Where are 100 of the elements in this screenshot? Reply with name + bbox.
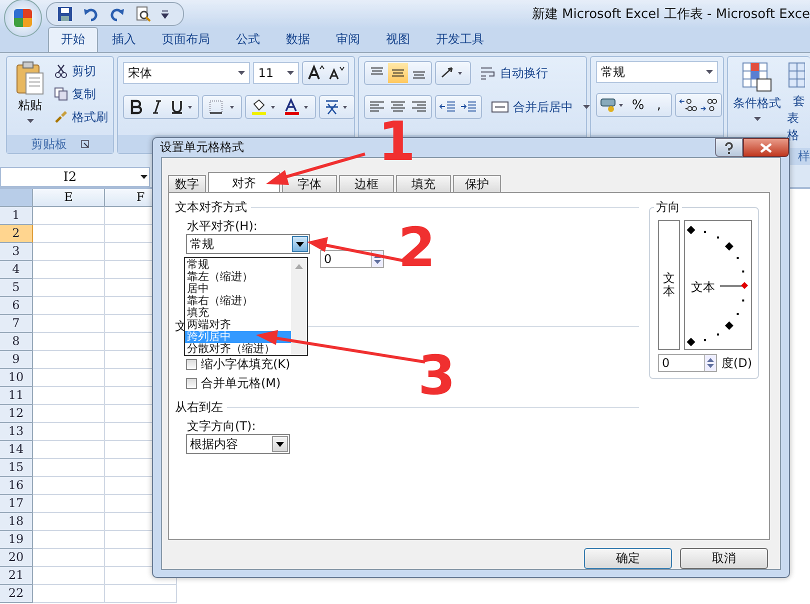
clipboard-button[interactable]: 复制	[54, 84, 108, 104]
comma-button[interactable]: ,	[649, 95, 669, 115]
redo-icon[interactable]	[109, 6, 125, 22]
table-cell[interactable]	[33, 459, 105, 477]
dialog-tab[interactable]: 对齐	[208, 172, 280, 192]
ribbon-tab[interactable]: 公式	[224, 28, 272, 52]
undo-icon[interactable]	[83, 6, 99, 22]
row-header[interactable]: 6	[0, 297, 33, 315]
decrease-decimal-icon[interactable]	[699, 96, 719, 114]
row-header[interactable]: 21	[0, 567, 33, 585]
merge-center-button[interactable]: 合并后居中	[491, 97, 590, 117]
row-header[interactable]: 4	[0, 261, 33, 279]
table-cell[interactable]	[33, 279, 105, 297]
font-size-field[interactable]: 11	[253, 62, 299, 84]
checkbox[interactable]	[186, 378, 197, 388]
column-header[interactable]: E	[33, 189, 105, 207]
dropdown-option[interactable]: 居中	[185, 283, 291, 295]
ribbon-tab[interactable]: 开始	[48, 27, 98, 52]
wrap-text-button[interactable]: 自动换行	[480, 63, 548, 83]
dropdown-option[interactable]: 填充	[185, 307, 291, 319]
dialog-tab[interactable]: 边框	[339, 175, 394, 192]
row-header[interactable]: 10	[0, 369, 33, 387]
ok-button[interactable]: 确定	[584, 548, 672, 569]
indent-spinner[interactable]: 0	[320, 250, 384, 268]
ribbon-tab[interactable]: 数据	[274, 28, 322, 52]
row-header[interactable]: 12	[0, 405, 33, 423]
font-name-field[interactable]: 宋体	[123, 62, 250, 84]
row-header[interactable]: 7	[0, 315, 33, 333]
row-header[interactable]: 19	[0, 531, 33, 549]
table-cell[interactable]	[33, 351, 105, 369]
row-header[interactable]: 15	[0, 459, 33, 477]
increase-decimal-icon[interactable]	[678, 96, 698, 114]
ribbon-tab[interactable]: 开发工具	[424, 28, 496, 52]
table-cell[interactable]	[33, 243, 105, 261]
clipboard-button[interactable]: 格式刷	[54, 107, 108, 127]
table-cell[interactable]	[33, 495, 105, 513]
ribbon-tab[interactable]: 页面布局	[150, 28, 222, 52]
ribbon-tab[interactable]: 插入	[100, 28, 148, 52]
table-cell[interactable]	[33, 423, 105, 441]
table-cell[interactable]	[33, 549, 105, 567]
table-cell[interactable]	[33, 567, 105, 585]
table-cell[interactable]	[105, 585, 177, 603]
row-header[interactable]: 14	[0, 441, 33, 459]
table-cell[interactable]	[33, 333, 105, 351]
dialog-tab[interactable]: 字体	[282, 175, 337, 192]
row-header[interactable]: 17	[0, 495, 33, 513]
ribbon-tab[interactable]: 审阅	[324, 28, 372, 52]
clipboard-button[interactable]: 剪切	[54, 61, 108, 81]
row-header[interactable]: 16	[0, 477, 33, 495]
dialog-tab[interactable]: 数字	[168, 175, 206, 192]
table-cell[interactable]	[33, 441, 105, 459]
dialog-tab[interactable]: 填充	[396, 175, 451, 192]
table-cell[interactable]	[33, 477, 105, 495]
dropdown-option[interactable]: 靠右（缩进）	[185, 295, 291, 307]
office-button[interactable]	[4, 0, 42, 37]
dropdown-option[interactable]: 靠左（缩进）	[185, 271, 291, 283]
row-header[interactable]: 2	[0, 225, 33, 243]
ribbon-tab[interactable]: 视图	[374, 28, 422, 52]
dropdown-button[interactable]	[292, 236, 308, 252]
text-direction-select[interactable]: 根据内容	[186, 434, 290, 454]
dialog-tab[interactable]: 保护	[453, 175, 501, 192]
row-header[interactable]: 8	[0, 333, 33, 351]
print-preview-icon[interactable]	[135, 6, 151, 22]
table-cell[interactable]	[33, 513, 105, 531]
dialog-launcher-icon[interactable]	[81, 140, 89, 148]
horizontal-align-select[interactable]: 常规	[186, 234, 310, 254]
table-cell[interactable]	[33, 207, 105, 225]
number-format-field[interactable]: 常规	[596, 61, 718, 83]
save-icon[interactable]	[57, 6, 73, 22]
row-header[interactable]: 5	[0, 279, 33, 297]
dropdown-option[interactable]: 常规	[185, 259, 291, 271]
name-box[interactable]: I2	[0, 167, 150, 187]
row-header[interactable]: 9	[0, 351, 33, 369]
paste-button[interactable]: 粘贴	[12, 61, 48, 131]
row-header[interactable]: 20	[0, 549, 33, 567]
scrollbar[interactable]	[291, 258, 307, 355]
table-cell[interactable]	[33, 585, 105, 603]
format-table-button[interactable]: 套 表格	[787, 61, 805, 144]
table-cell[interactable]	[33, 387, 105, 405]
percent-button[interactable]: %	[628, 95, 648, 115]
table-cell[interactable]	[33, 297, 105, 315]
angle-pointer[interactable]	[720, 282, 748, 290]
dropdown-button[interactable]	[272, 436, 288, 452]
close-button[interactable]	[743, 138, 789, 157]
table-cell[interactable]	[33, 225, 105, 243]
row-header[interactable]: 22	[0, 585, 33, 603]
table-cell[interactable]	[33, 261, 105, 279]
help-button[interactable]	[715, 138, 743, 157]
vertical-align-button[interactable]	[388, 63, 408, 83]
grow-font-icon[interactable]	[305, 64, 325, 82]
checkbox[interactable]	[186, 358, 197, 370]
vertical-text-button[interactable]: 文本	[658, 220, 680, 350]
row-header[interactable]: 13	[0, 423, 33, 441]
table-cell[interactable]	[33, 369, 105, 387]
table-cell[interactable]	[33, 315, 105, 333]
table-cell[interactable]	[33, 405, 105, 423]
row-header[interactable]: 11	[0, 387, 33, 405]
customize-caret-icon[interactable]	[161, 9, 169, 19]
table-cell[interactable]	[33, 531, 105, 549]
cancel-button[interactable]: 取消	[680, 548, 768, 569]
